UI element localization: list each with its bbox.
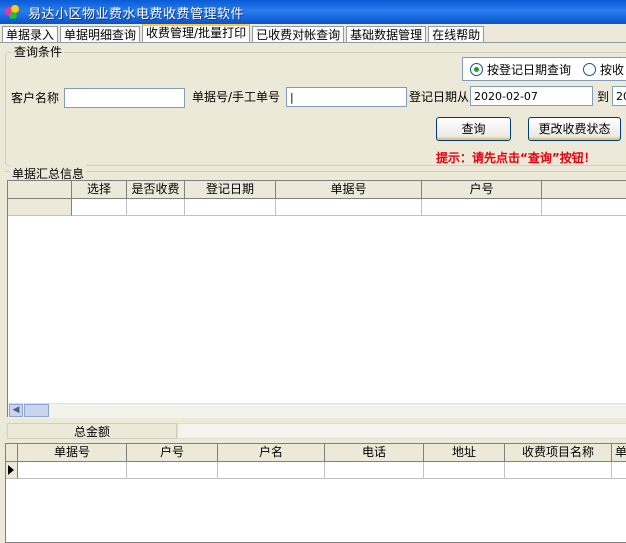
date-from-input[interactable] (470, 86, 593, 106)
tab-fee-management[interactable]: 收费管理/批量打印 (142, 24, 251, 42)
detail-header-address[interactable]: 地址 (424, 444, 505, 462)
summary-header-doc-number[interactable]: 单据号 (276, 181, 422, 199)
summary-header-household-name[interactable]: 户名 (542, 181, 626, 199)
date-to-input[interactable] (612, 86, 626, 106)
radio-by-fee[interactable] (583, 62, 597, 76)
tab-online-help[interactable]: 在线帮助 (428, 26, 485, 43)
table-cell[interactable] (185, 199, 276, 216)
doc-number-input[interactable] (286, 87, 407, 107)
table-cell[interactable] (18, 462, 127, 479)
detail-header-phone[interactable]: 电话 (325, 444, 424, 462)
table-cell[interactable] (127, 199, 185, 216)
tab-base-data[interactable]: 基础数据管理 (346, 26, 427, 43)
summary-header-household-no[interactable]: 户号 (422, 181, 542, 199)
detail-grid[interactable]: 单据号 户号 户名 电话 地址 收费项目名称 单 (5, 443, 626, 543)
row-indicator (6, 462, 18, 479)
table-cell[interactable] (424, 462, 505, 479)
customer-name-input[interactable] (64, 88, 185, 108)
hint-text: 提示：请先点击“查询”按钮！ (436, 151, 596, 165)
detail-header-household-name[interactable]: 户名 (218, 444, 325, 462)
tab-reconciliation[interactable]: 已收费对帐查询 (252, 26, 345, 43)
change-status-button[interactable]: 更改收费状态 (528, 117, 621, 141)
total-amount-value (177, 423, 626, 439)
table-row[interactable] (6, 462, 626, 479)
table-cell[interactable] (218, 462, 325, 479)
tab-entry[interactable]: 单据录入 (2, 26, 59, 43)
customer-name-label: 客户名称 (11, 91, 60, 105)
total-label-cell: 总金额 (7, 423, 177, 439)
summary-header-date[interactable]: 登记日期 (185, 181, 276, 199)
table-cell[interactable] (422, 199, 542, 216)
detail-header-fee-item[interactable]: 收费项目名称 (505, 444, 612, 462)
table-cell[interactable] (542, 199, 626, 216)
summary-header-paid[interactable]: 是否收费 (127, 181, 185, 199)
doc-number-label: 单据号/手工单号 (192, 90, 281, 104)
scroll-left-icon[interactable]: ◀ (9, 404, 23, 417)
table-cell[interactable] (72, 199, 127, 216)
detail-header-unit[interactable]: 单 (612, 444, 626, 462)
summary-divider (5, 171, 626, 172)
app-logo-icon (4, 4, 20, 20)
radio-by-date-label[interactable]: 按登记日期查询 (487, 61, 571, 78)
current-row-icon (8, 465, 14, 475)
scroll-thumb[interactable] (24, 404, 49, 417)
summary-hscrollbar[interactable]: ◀ (8, 403, 626, 418)
detail-header-household-no[interactable]: 户号 (127, 444, 218, 462)
total-amount-label: 总金额 (74, 425, 111, 439)
summary-grid-header: 选择 是否收费 登记日期 单据号 户号 户名 (8, 181, 626, 199)
total-bar: 总金额 (7, 423, 626, 439)
summary-header-select[interactable]: 选择 (72, 181, 127, 199)
table-cell[interactable] (127, 462, 218, 479)
detail-grid-header: 单据号 户号 户名 电话 地址 收费项目名称 单 (6, 444, 626, 462)
detail-header-doc-number[interactable]: 单据号 (18, 444, 127, 462)
date-to-label: 到 (597, 90, 610, 104)
table-cell[interactable] (505, 462, 612, 479)
tab-detail-query[interactable]: 单据明细查询 (60, 26, 141, 43)
date-from-label: 登记日期从 (409, 90, 470, 104)
table-cell[interactable] (612, 462, 626, 479)
radio-by-fee-label[interactable]: 按收 (600, 61, 624, 78)
table-row[interactable] (8, 199, 626, 216)
query-button[interactable]: 查询 (436, 117, 511, 141)
row-indicator (8, 199, 72, 216)
main-tabs: 单据录入 单据明细查询 收费管理/批量打印 已收费对帐查询 基础数据管理 在线帮… (2, 24, 486, 43)
radio-by-date[interactable] (470, 62, 483, 76)
query-group-title: 查询条件 (12, 45, 65, 59)
query-mode-radios: 按登记日期查询 按收 (462, 57, 626, 81)
tab-divider (0, 42, 626, 43)
summary-header-indicator (8, 181, 72, 199)
window-title: 易达小区物业费水电费收费管理软件 (28, 6, 245, 22)
detail-header-indicator (6, 444, 18, 462)
table-cell[interactable] (325, 462, 424, 479)
summary-grid[interactable]: 选择 是否收费 登记日期 单据号 户号 户名 (7, 180, 626, 417)
table-cell[interactable] (276, 199, 422, 216)
title-bar: 易达小区物业费水电费收费管理软件 (0, 0, 626, 24)
